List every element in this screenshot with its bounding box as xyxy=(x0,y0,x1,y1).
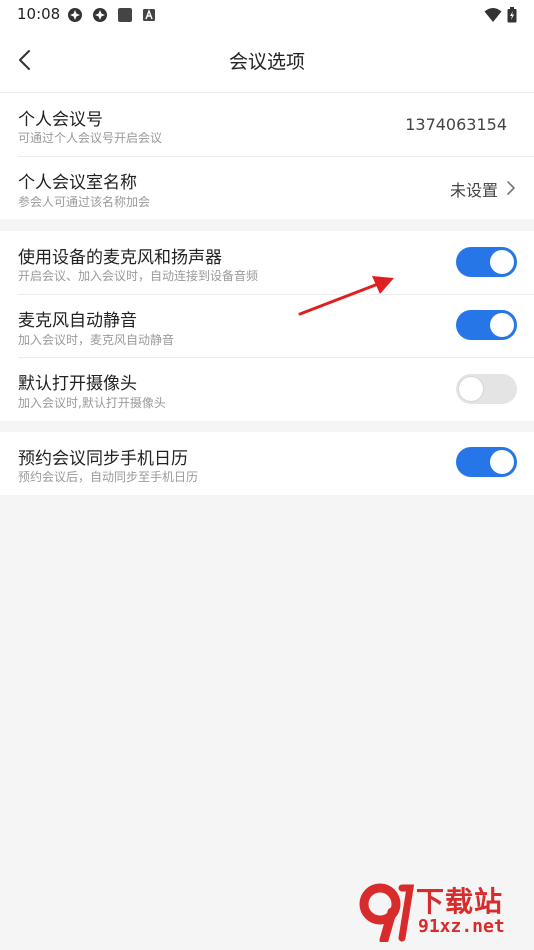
watermark: 下载站 91xz.net xyxy=(358,878,528,946)
toggle-knob xyxy=(490,450,514,474)
wifi-icon xyxy=(484,8,502,22)
mic-auto-mute-toggle[interactable] xyxy=(456,310,517,340)
personal-meeting-id-value: 1374063154 xyxy=(405,115,507,134)
row-title: 个人会议号 xyxy=(18,110,103,130)
battery-charging-icon xyxy=(507,7,517,23)
row-subtitle: 预约会议后，自动同步至手机日历 xyxy=(18,470,199,484)
a-badge-icon xyxy=(143,9,155,21)
camera-default-on-toggle[interactable] xyxy=(456,374,517,404)
row-title: 预约会议同步手机日历 xyxy=(18,449,188,469)
toggle-knob xyxy=(490,250,514,274)
calendar-sync-row: 预约会议同步手机日历 预约会议后，自动同步至手机日历 xyxy=(0,432,534,495)
personal-room-name-value: 未设置 xyxy=(449,181,498,200)
status-time: 10:08 xyxy=(17,5,61,23)
row-subtitle: 参会人可通过该名称加会 xyxy=(18,195,151,209)
row-subtitle: 可通过个人会议号开启会议 xyxy=(18,131,163,145)
status-bar: 10:08 xyxy=(0,0,534,30)
calendar-sync-toggle[interactable] xyxy=(456,447,517,477)
toggle-knob xyxy=(490,313,514,337)
row-title: 个人会议室名称 xyxy=(18,173,137,193)
page-title: 会议选项 xyxy=(228,51,305,73)
row-subtitle: 开启会议、加入会议时，自动连接到设备音频 xyxy=(18,269,259,283)
chevron-right-icon xyxy=(507,181,515,195)
row-title: 默认打开摄像头 xyxy=(18,374,137,394)
settings-group-calendar: 预约会议同步手机日历 预约会议后，自动同步至手机日历 xyxy=(0,432,534,495)
watermark-logo-icon xyxy=(359,883,414,942)
use-device-audio-row: 使用设备的麦克风和扬声器 开启会议、加入会议时，自动连接到设备音频 xyxy=(0,231,534,294)
annotation-arrow-icon xyxy=(298,276,394,316)
app-header: 会议选项 xyxy=(0,30,534,93)
settings-group-devices: 使用设备的麦克风和扬声器 开启会议、加入会议时，自动连接到设备音频 麦克风自动静… xyxy=(0,231,534,421)
personal-meeting-id-row: 个人会议号 可通过个人会议号开启会议 1374063154 xyxy=(0,93,534,156)
row-title: 使用设备的麦克风和扬声器 xyxy=(18,248,222,268)
watermark-name: 下载站 xyxy=(416,885,504,918)
personal-room-name-row[interactable]: 个人会议室名称 参会人可通过该名称加会 未设置 xyxy=(0,156,534,219)
app-icon xyxy=(93,8,107,22)
row-subtitle: 加入会议时，麦克风自动静音 xyxy=(18,333,175,347)
watermark-domain: 91xz.net xyxy=(418,916,505,937)
mic-auto-mute-row: 麦克风自动静音 加入会议时，麦克风自动静音 xyxy=(0,294,534,357)
settings-group-personal: 个人会议号 可通过个人会议号开启会议 1374063154 个人会议室名称 参会… xyxy=(0,93,534,219)
app-icon xyxy=(68,8,82,22)
row-title: 麦克风自动静音 xyxy=(18,311,137,331)
use-device-audio-toggle[interactable] xyxy=(456,247,517,277)
camera-default-on-row: 默认打开摄像头 加入会议时,默认打开摄像头 xyxy=(0,357,534,421)
square-icon xyxy=(118,8,132,22)
row-subtitle: 加入会议时,默认打开摄像头 xyxy=(18,396,166,410)
toggle-knob xyxy=(459,377,483,401)
